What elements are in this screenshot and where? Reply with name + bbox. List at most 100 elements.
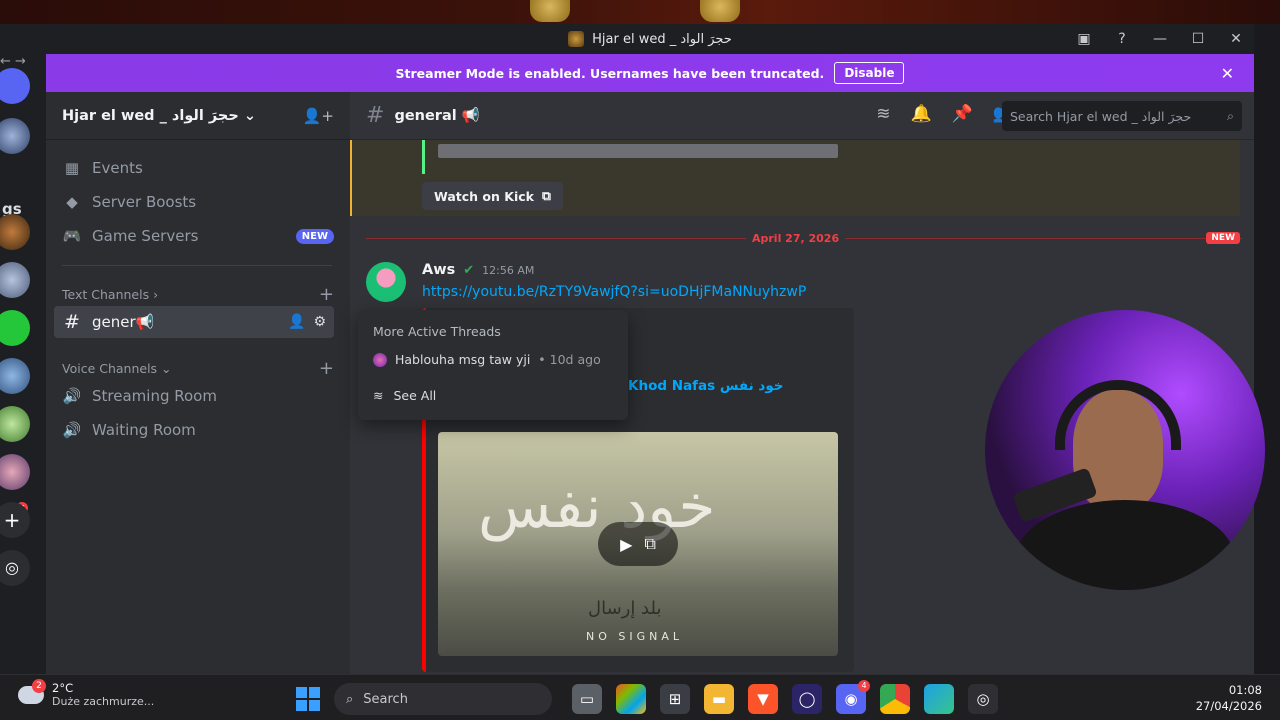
- search-placeholder: Search Hjar el wed _ حجرَ الواد: [1010, 108, 1192, 124]
- weather-temp: 2°C: [52, 681, 74, 695]
- store-icon[interactable]: ⊞: [660, 684, 690, 714]
- taskbar-search-label: Search: [363, 691, 408, 707]
- category-voice-channels[interactable]: Voice Channels ⌄ +: [62, 358, 334, 379]
- channel-title: general 📢: [394, 108, 480, 124]
- new-messages-tag: NEW: [1206, 232, 1240, 244]
- add-channel-icon[interactable]: +: [319, 358, 334, 379]
- voice-channel-waiting-room[interactable]: 🔊 Waiting Room: [54, 414, 334, 446]
- chrome-icon[interactable]: [880, 684, 910, 714]
- invite-people-icon[interactable]: 👤+: [303, 107, 334, 125]
- search-icon: ⌕: [346, 691, 354, 707]
- close-icon[interactable]: ✕: [1228, 31, 1244, 47]
- see-all-button[interactable]: ≋ See All: [373, 388, 436, 403]
- author-name[interactable]: Aws: [422, 262, 455, 278]
- system-clock[interactable]: 01:08 27/04/2026: [1196, 682, 1262, 714]
- search-input[interactable]: Search Hjar el wed _ حجرَ الواد ⌕: [1002, 101, 1242, 131]
- channel-label: Streaming Room: [92, 387, 217, 405]
- server-name: Hjar el wed _ حجرَ الواد ⌄: [62, 107, 256, 124]
- help-icon[interactable]: ?: [1114, 31, 1130, 47]
- window-title-text: Hjar el wed _ حجرَ الواد: [592, 31, 732, 47]
- embed-title[interactable]: Khod Nafas خود نفس: [628, 378, 784, 394]
- widgets-icon[interactable]: [616, 684, 646, 714]
- server-icon[interactable]: [0, 214, 30, 250]
- open-external-icon[interactable]: ⧉: [644, 534, 655, 554]
- nav-arrows[interactable]: ← →: [0, 54, 26, 69]
- maximize-icon[interactable]: ☐: [1190, 31, 1206, 47]
- category-text-channels[interactable]: Text Channels › +: [62, 284, 334, 305]
- watch-label: Watch on Kick: [434, 188, 534, 204]
- voice-channel-streaming-room[interactable]: 🔊 Streaming Room: [54, 380, 334, 412]
- active-threads-popup: More Active Threads Hablouha msg taw yji…: [358, 310, 628, 420]
- add-channel-icon[interactable]: +: [319, 284, 334, 305]
- thread-age: • 10d ago: [538, 352, 601, 367]
- add-server-icon[interactable]: +: [0, 502, 30, 538]
- server-icon[interactable]: [0, 406, 30, 442]
- chat-header: # general 📢 ≋ 🔔 📌 👥 Search Hjar el wed _…: [350, 92, 1254, 140]
- file-explorer-icon[interactable]: ▬: [704, 684, 734, 714]
- new-badge: NEW: [295, 228, 334, 244]
- server-header[interactable]: Hjar el wed _ حجرَ الواد ⌄ 👤+: [46, 92, 350, 140]
- server-icon[interactable]: [0, 310, 30, 346]
- channel-sidebar: Hjar el wed _ حجرَ الواد ⌄ 👤+ ▦ Events ◆…: [46, 92, 350, 674]
- window-controls: ▣ ? — ☐ ✕: [1076, 24, 1244, 54]
- edge-icon[interactable]: [924, 684, 954, 714]
- create-invite-icon[interactable]: 👤: [288, 314, 305, 330]
- server-icon[interactable]: [0, 358, 30, 394]
- gear-icon[interactable]: ⚙: [313, 314, 326, 330]
- start-icon[interactable]: [296, 687, 320, 711]
- discord-home-icon[interactable]: [0, 68, 30, 104]
- disable-button[interactable]: Disable: [834, 62, 905, 84]
- highlighted-message: Watch on Kick ⧉: [350, 140, 1240, 216]
- channel-general[interactable]: # gener📢 👤 ⚙: [54, 306, 334, 338]
- divider: [62, 265, 332, 266]
- category-label: Text Channels: [62, 287, 150, 302]
- thread-item[interactable]: Hablouha msg taw yji • 10d ago: [373, 352, 601, 367]
- sidebar-item-events[interactable]: ▦ Events: [54, 152, 334, 184]
- discord-badge: 4: [858, 680, 870, 692]
- task-view-icon[interactable]: ▭: [572, 684, 602, 714]
- avatar[interactable]: [366, 262, 406, 302]
- play-button[interactable]: ▶ ⧉: [598, 522, 678, 566]
- message-link[interactable]: https://youtu.be/RzTY9VawjfQ?si=uoDHjFMa…: [422, 284, 806, 300]
- brave-icon[interactable]: ▼: [748, 684, 778, 714]
- server-icon[interactable]: [0, 454, 30, 490]
- server-icon[interactable]: [0, 118, 30, 154]
- hashtag-icon: #: [64, 311, 80, 333]
- close-icon[interactable]: ✕: [1221, 64, 1234, 83]
- desktop-background: [0, 0, 1280, 24]
- inbox-icon[interactable]: ▣: [1076, 31, 1092, 47]
- hashtag-icon: #: [366, 103, 385, 128]
- title-bar: Hjar el wed _ حجرَ الواد ▣ ? — ☐ ✕: [46, 24, 1254, 54]
- taskbar-search[interactable]: ⌕ Search: [334, 683, 552, 715]
- taskbar-apps: ⌕ Search ▭ ⊞ ▬ ▼ ◯ ◉ 4 ◎: [296, 680, 998, 715]
- thumbnail-caption: NO SIGNAL: [586, 630, 684, 643]
- video-thumbnail[interactable]: خود نفس بلد إرسال NO SIGNAL ▶ ⧉: [438, 432, 838, 656]
- sidebar-item-game-servers[interactable]: 🎮 Game Servers NEW: [54, 220, 334, 252]
- thumbnail-title: خود نفس: [478, 472, 716, 542]
- pin-icon[interactable]: 📌: [952, 104, 973, 124]
- threads-icon[interactable]: ≋: [876, 104, 890, 124]
- thumbnail-subtitle: بلد إرسال: [588, 598, 662, 619]
- sidebar-item-label: Events: [92, 159, 143, 177]
- minimize-icon[interactable]: —: [1152, 31, 1168, 47]
- see-all-label: See All: [393, 388, 437, 403]
- discord-icon[interactable]: ◉ 4: [836, 680, 870, 714]
- search-icon: ⌕: [1226, 108, 1234, 123]
- watch-on-kick-button[interactable]: Watch on Kick ⧉: [422, 182, 563, 210]
- discover-icon[interactable]: ◎: [0, 550, 30, 586]
- wallpaper-chain: [530, 0, 570, 22]
- calendar-icon: ▦: [64, 159, 80, 177]
- obs-icon[interactable]: ◎: [968, 684, 998, 714]
- app-icon[interactable]: ◯: [792, 684, 822, 714]
- sidebar-item-server-boosts[interactable]: ◆ Server Boosts: [54, 186, 334, 218]
- speaker-icon: 🔊: [62, 421, 82, 439]
- server-icon[interactable]: [0, 262, 30, 298]
- thread-name: Hablouha msg taw yji: [395, 352, 531, 367]
- bell-icon[interactable]: 🔔: [910, 104, 931, 124]
- message-header: Aws ✔ 12:56 AM: [422, 262, 534, 278]
- weather-badge: 2: [32, 679, 46, 693]
- play-icon: ▶: [620, 534, 633, 554]
- thread-avatar: [373, 352, 387, 367]
- clock-date: 27/04/2026: [1195, 699, 1262, 713]
- threads-icon: ≋: [373, 388, 384, 403]
